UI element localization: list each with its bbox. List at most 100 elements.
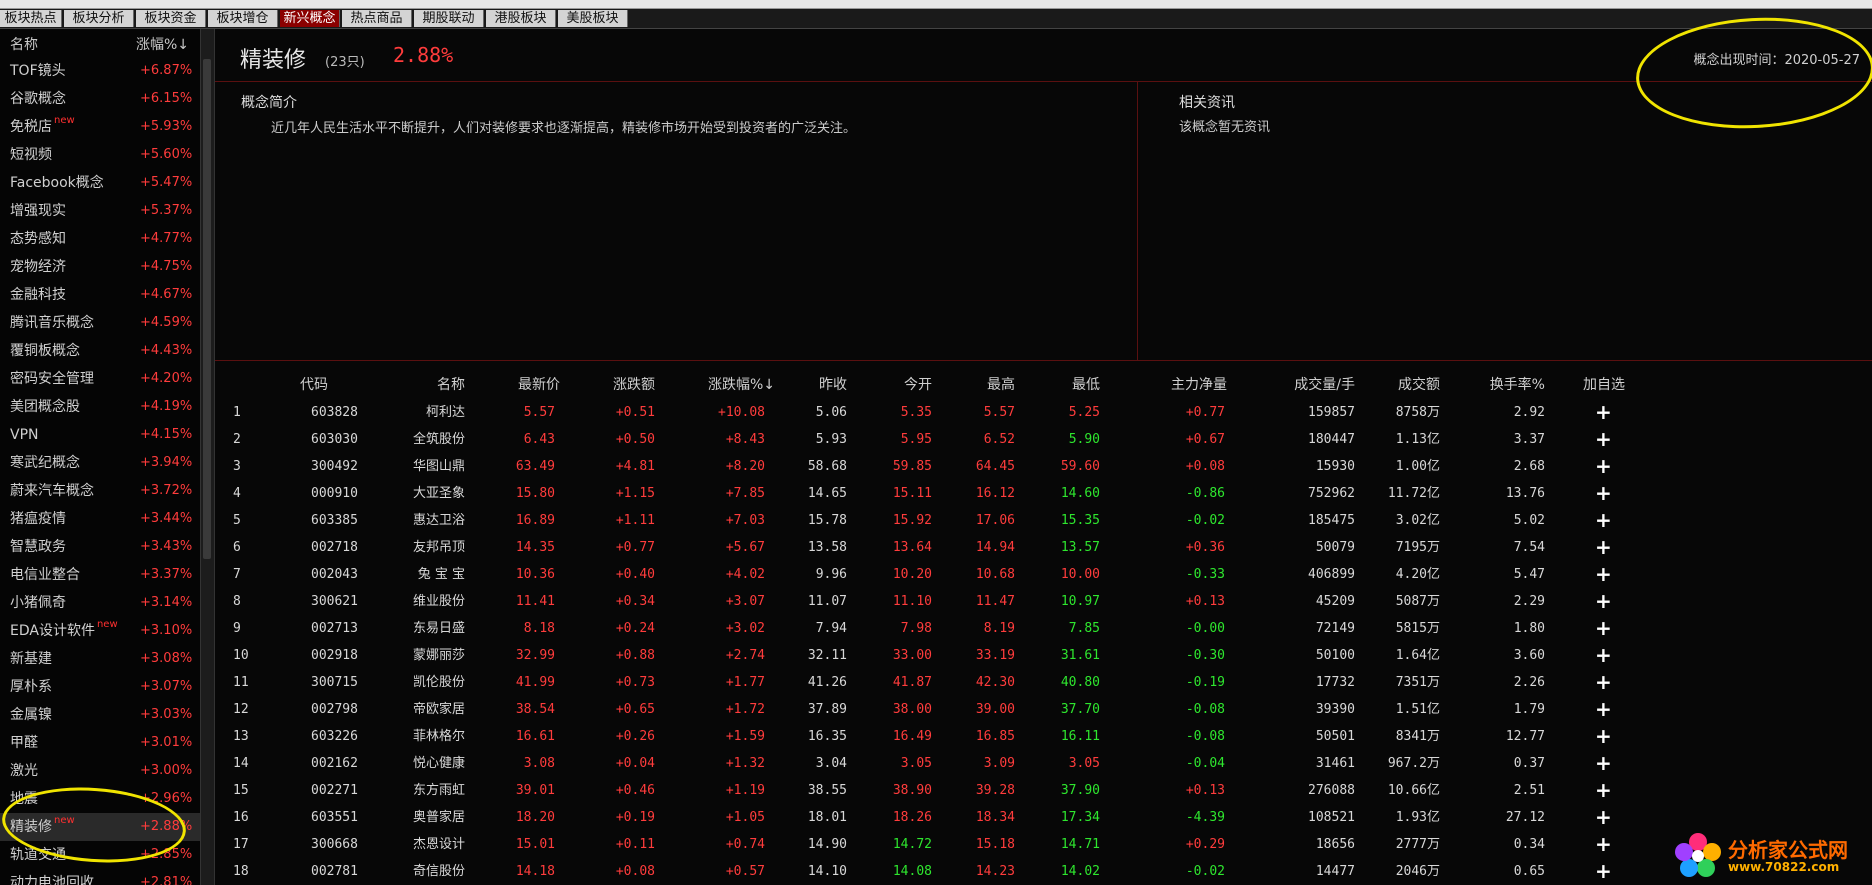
table-row[interactable]: 13 603226 菲林格尔 16.61 +0.26 +1.59 16.35 16.49 16.…: [215, 723, 1872, 750]
sidebar-item[interactable]: 激光 +3.00%: [0, 757, 200, 785]
sidebar-item[interactable]: 金属镍 +3.03%: [0, 701, 200, 729]
table-cell: 38.00: [892, 702, 932, 717]
column-header[interactable]: 今开: [904, 372, 932, 399]
add-watchlist-icon[interactable]: +: [1595, 642, 1612, 669]
table-row[interactable]: 9 002713 东易日盛 8.18 +0.24 +3.02 7.94 7.98 8.19 7.8…: [215, 615, 1872, 642]
sidebar-item[interactable]: 态势感知 +4.77%: [0, 225, 200, 253]
tab-1[interactable]: 板块分析: [64, 10, 134, 27]
sidebar-item[interactable]: 精装修 new +2.88%: [0, 813, 200, 841]
column-header[interactable]: 换手率%: [1490, 372, 1545, 399]
concept-intro-panel: 概念简介 近几年人民生活水平不断提升，人们对装修要求也逐渐提高，精装修市场开始受…: [215, 82, 1138, 360]
tab-2[interactable]: 板块资金: [136, 10, 206, 27]
sidebar-scrollbar[interactable]: [201, 29, 215, 885]
table-row[interactable]: 14 002162 悦心健康 3.08 +0.04 +1.32 3.04 3.05 3.09 3.…: [215, 750, 1872, 777]
add-watchlist-icon[interactable]: +: [1595, 534, 1612, 561]
table-row[interactable]: 5 603385 惠达卫浴 16.89 +1.11 +7.03 15.78 15.92 17.0…: [215, 507, 1872, 534]
sidebar-item[interactable]: 短视频 +5.60%: [0, 141, 200, 169]
tab-5[interactable]: 热点商品: [342, 10, 412, 27]
table-row[interactable]: 11 300715 凯伦股份 41.99 +0.73 +1.77 41.26 41.87 42.…: [215, 669, 1872, 696]
column-header[interactable]: 最高: [987, 372, 1015, 399]
add-watchlist-icon[interactable]: +: [1595, 426, 1612, 453]
add-watchlist-icon[interactable]: +: [1595, 588, 1612, 615]
table-cell: +3.07: [725, 594, 765, 609]
sidebar-item[interactable]: 甲醛 +3.01%: [0, 729, 200, 757]
sidebar-item[interactable]: VPN +4.15%: [0, 421, 200, 449]
column-header[interactable]: 名称: [437, 372, 465, 399]
tab-3[interactable]: 板块增仓: [208, 10, 278, 27]
tab-4[interactable]: 新兴概念: [280, 10, 340, 27]
add-watchlist-icon[interactable]: +: [1595, 696, 1612, 723]
column-header[interactable]: 加自选: [1583, 372, 1625, 399]
tab-6[interactable]: 期股联动: [414, 10, 484, 27]
table-row[interactable]: 7 002043 兔 宝 宝 10.36 +0.40 +4.02 9.96 10.20 10.6…: [215, 561, 1872, 588]
sidebar-item[interactable]: 免税店 new +5.93%: [0, 113, 200, 141]
sidebar-item[interactable]: 电信业整合 +3.37%: [0, 561, 200, 589]
table-row[interactable]: 8 300621 维业股份 11.41 +0.34 +3.07 11.07 11.10 11.4…: [215, 588, 1872, 615]
column-header[interactable]: 主力净量: [1171, 372, 1227, 399]
sidebar-item[interactable]: Facebook概念 +5.47%: [0, 169, 200, 197]
sidebar-item[interactable]: 动力电池回收 +2.81%: [0, 869, 200, 885]
table-row[interactable]: 3 300492 华图山鼎 63.49 +4.81 +8.20 58.68 59.85 64.4…: [215, 453, 1872, 480]
column-header[interactable]: 最新价: [518, 372, 560, 399]
sidebar-item-name: 精装修 new: [10, 813, 75, 843]
scrollbar-thumb[interactable]: [203, 59, 211, 559]
column-header[interactable]: 成交量/手: [1294, 372, 1355, 399]
sidebar-item[interactable]: 金融科技 +4.67%: [0, 281, 200, 309]
table-row[interactable]: 6 002718 友邦吊顶 14.35 +0.77 +5.67 13.58 13.64 14.9…: [215, 534, 1872, 561]
column-header[interactable]: 成交额: [1398, 372, 1440, 399]
table-row[interactable]: 2 603030 全筑股份 6.43 +0.50 +8.43 5.93 5.95 6.52 5.9…: [215, 426, 1872, 453]
add-watchlist-icon[interactable]: +: [1595, 669, 1612, 696]
tab-0[interactable]: 板块热点: [0, 10, 62, 27]
sidebar-item[interactable]: 覆铜板概念 +4.43%: [0, 337, 200, 365]
add-watchlist-icon[interactable]: +: [1595, 399, 1612, 426]
table-row[interactable]: 15 002271 东方雨虹 39.01 +0.46 +1.19 38.55 38.90 39.…: [215, 777, 1872, 804]
add-watchlist-icon[interactable]: +: [1595, 507, 1612, 534]
add-watchlist-icon[interactable]: +: [1595, 777, 1612, 804]
sidebar-item[interactable]: 增强现实 +5.37%: [0, 197, 200, 225]
table-row[interactable]: 10 002918 蒙娜丽莎 32.99 +0.88 +2.74 32.11 33.00 33.…: [215, 642, 1872, 669]
tab-7[interactable]: 港股板块: [486, 10, 556, 27]
sidebar-item-label: 地震: [10, 791, 38, 807]
sidebar-item[interactable]: 轨道交通 +2.85%: [0, 841, 200, 869]
sidebar-header-name[interactable]: 名称: [10, 34, 38, 54]
sidebar-item-pct: +6.87%: [140, 63, 193, 78]
column-header[interactable]: 代码: [300, 372, 328, 399]
add-watchlist-icon[interactable]: +: [1595, 723, 1612, 750]
sidebar-item[interactable]: 谷歌概念 +6.15%: [0, 85, 200, 113]
sidebar-header-pct[interactable]: 涨幅%↓: [136, 34, 189, 54]
sidebar-item[interactable]: 智慧政务 +3.43%: [0, 533, 200, 561]
sidebar-item[interactable]: TOF镜头 +6.87%: [0, 57, 200, 85]
table-row[interactable]: 12 002798 帝欧家居 38.54 +0.65 +1.72 37.89 38.00 39.…: [215, 696, 1872, 723]
sidebar-item[interactable]: 腾讯音乐概念 +4.59%: [0, 309, 200, 337]
table-row[interactable]: 18 002781 奇信股份 14.18 +0.08 +0.57 14.10 14.08 14.…: [215, 858, 1872, 885]
column-header[interactable]: 昨收: [819, 372, 847, 399]
table-row[interactable]: 16 603551 奥普家居 18.20 +0.19 +1.05 18.01 18.26 18.…: [215, 804, 1872, 831]
tab-8[interactable]: 美股板块: [558, 10, 628, 27]
add-watchlist-icon[interactable]: +: [1595, 750, 1612, 777]
table-row[interactable]: 4 000910 大亚圣象 15.80 +1.15 +7.85 14.65 15.11 16.1…: [215, 480, 1872, 507]
sidebar-item[interactable]: 地震 +2.96%: [0, 785, 200, 813]
column-header[interactable]: 最低: [1072, 372, 1100, 399]
sidebar-item[interactable]: 猪瘟疫情 +3.44%: [0, 505, 200, 533]
add-watchlist-icon[interactable]: +: [1595, 831, 1612, 858]
add-watchlist-icon[interactable]: +: [1595, 858, 1612, 885]
sidebar-item[interactable]: 美团概念股 +4.19%: [0, 393, 200, 421]
sidebar-item[interactable]: 寒武纪概念 +3.94%: [0, 449, 200, 477]
column-header[interactable]: 涨跌额: [613, 372, 655, 399]
sidebar-item[interactable]: 新基建 +3.08%: [0, 645, 200, 673]
add-watchlist-icon[interactable]: +: [1595, 804, 1612, 831]
column-header[interactable]: 涨跌幅%↓: [708, 372, 775, 399]
table-cell: 东方雨虹: [412, 783, 465, 798]
add-watchlist-icon[interactable]: +: [1595, 561, 1612, 588]
sidebar-item[interactable]: 蔚来汽车概念 +3.72%: [0, 477, 200, 505]
add-watchlist-icon[interactable]: +: [1595, 615, 1612, 642]
sidebar-item[interactable]: EDA设计软件 new +3.10%: [0, 617, 200, 645]
add-watchlist-icon[interactable]: +: [1595, 480, 1612, 507]
sidebar-item[interactable]: 厚朴系 +3.07%: [0, 673, 200, 701]
sidebar-item[interactable]: 宠物经济 +4.75%: [0, 253, 200, 281]
sidebar-item[interactable]: 小猪佩奇 +3.14%: [0, 589, 200, 617]
add-watchlist-icon[interactable]: +: [1595, 453, 1612, 480]
table-row[interactable]: 1 603828 柯利达 5.57 +0.51 +10.08 5.06 5.35 5.57 5.2…: [215, 399, 1872, 426]
table-row[interactable]: 17 300668 杰恩设计 15.01 +0.11 +0.74 14.90 14.72 15.…: [215, 831, 1872, 858]
sidebar-item[interactable]: 密码安全管理 +4.20%: [0, 365, 200, 393]
